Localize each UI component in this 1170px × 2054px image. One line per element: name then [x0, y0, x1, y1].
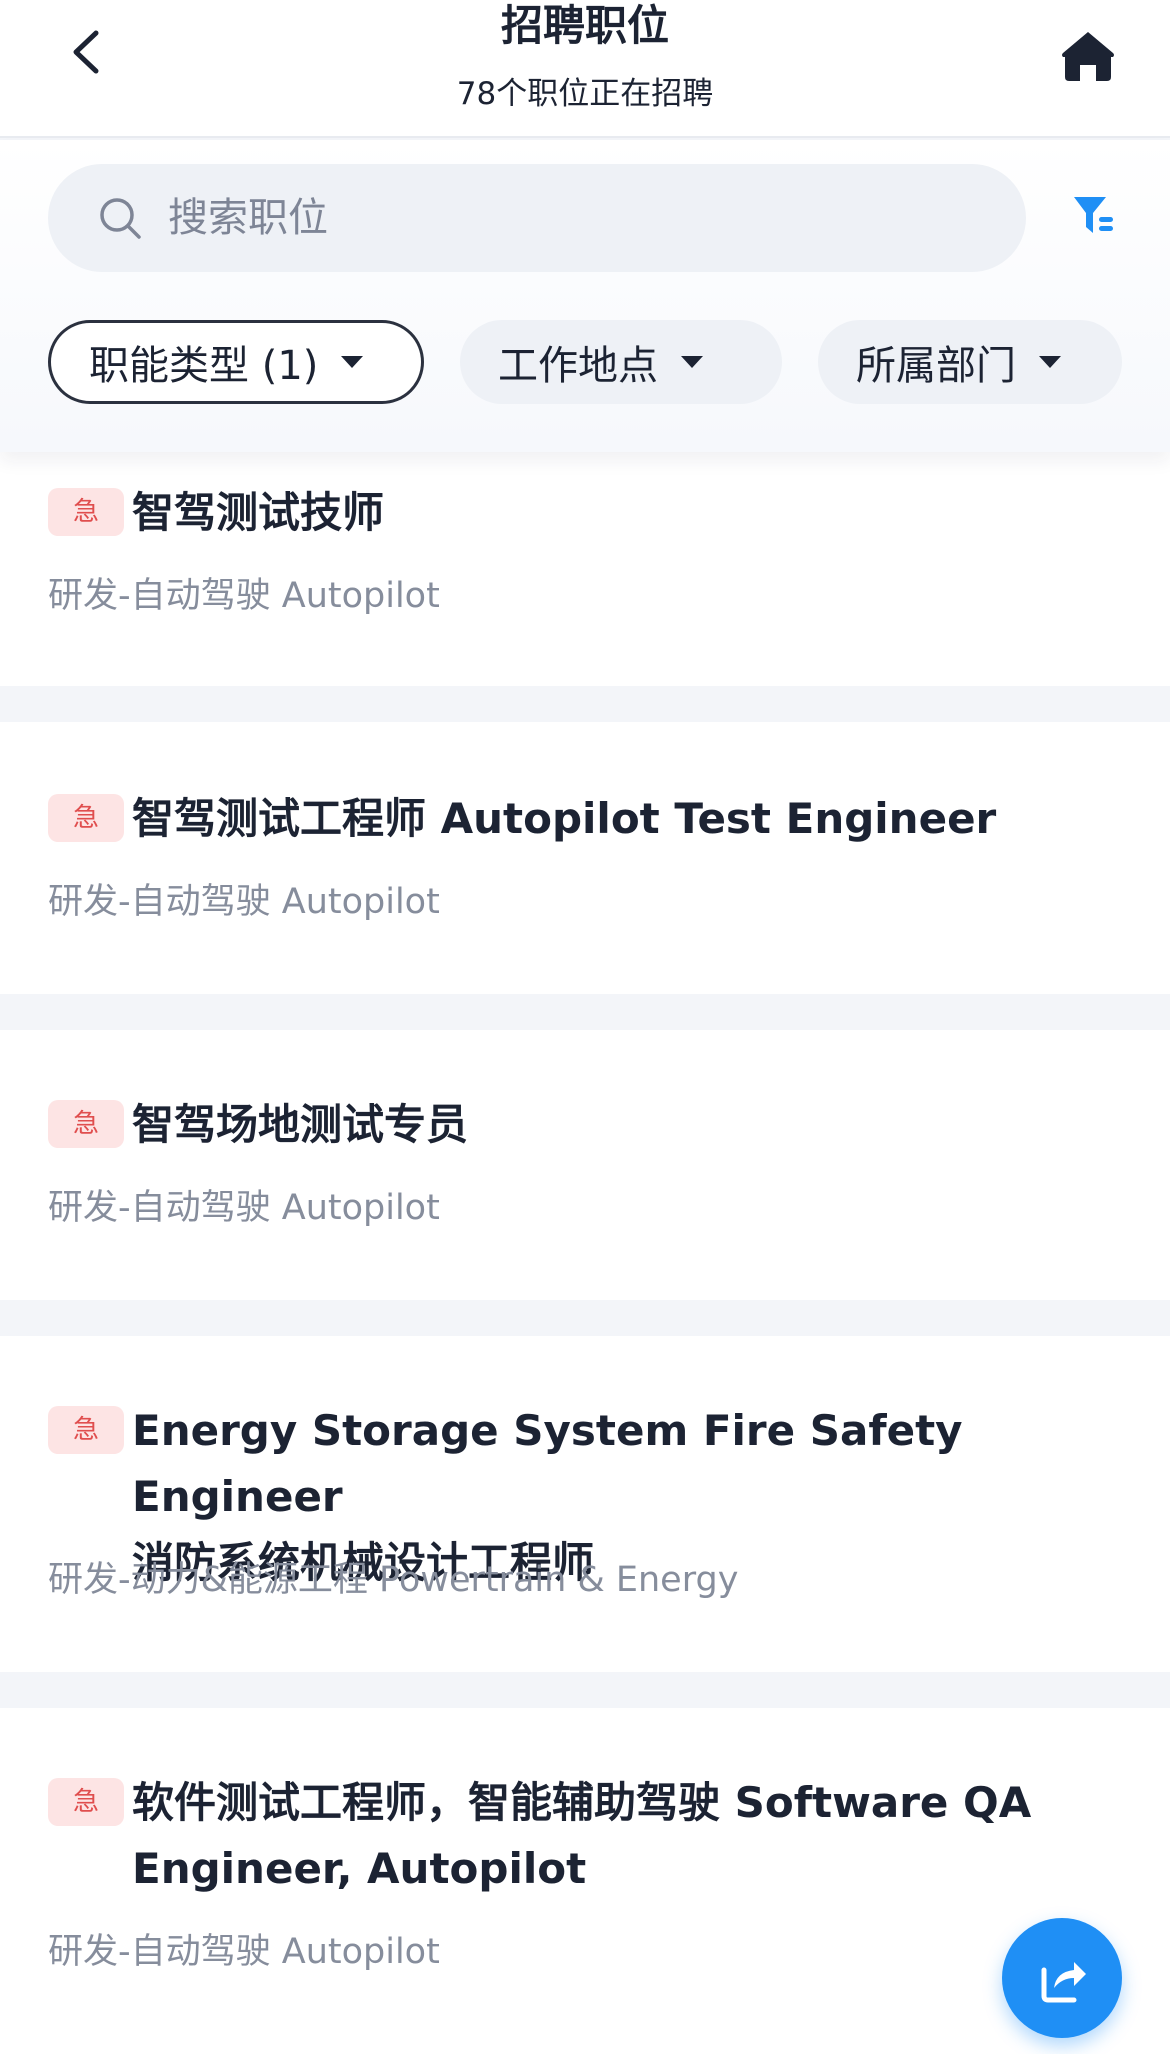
urgent-badge: 急 — [48, 1100, 124, 1148]
job-title-line: Engineer, Autopilot — [132, 1844, 587, 1893]
job-department: 研发-自动驾驶 Autopilot — [48, 882, 440, 922]
job-title-line: 软件测试工程师，智能辅助驾驶 Software QA — [132, 1778, 1032, 1827]
job-card[interactable]: 急 软件测试工程师，智能辅助驾驶 Software QA Engineer, A… — [0, 1708, 1170, 2054]
job-card[interactable]: 急 智驾测试工程师 Autopilot Test Engineer 研发-自动驾… — [0, 722, 1170, 994]
job-count-subtitle: 78个职位正在招聘 — [456, 76, 714, 112]
urgent-badge: 急 — [48, 1778, 124, 1826]
top-nav-bar: 招聘职位 78个职位正在招聘 — [0, 0, 1170, 138]
filter-chip-location[interactable]: 工作地点 — [460, 320, 782, 404]
job-card[interactable]: 急 智驾测试技师 研发-自动驾驶 Autopilot — [0, 452, 1170, 686]
urgent-badge: 急 — [48, 1406, 124, 1454]
share-button[interactable] — [1002, 1918, 1122, 2038]
job-card[interactable]: 急 Energy Storage System Fire Safety Engi… — [0, 1336, 1170, 1672]
caret-down-icon — [680, 355, 704, 369]
job-title: 智驾场地测试专员 — [132, 1100, 469, 1149]
job-title-line: Energy Storage System Fire Safety Engine… — [132, 1406, 963, 1521]
filter-icon — [1074, 197, 1113, 233]
filter-chip-function-type[interactable]: 职能类型 (1) — [48, 320, 424, 404]
filter-chip-label: 职能类型 (1) — [89, 343, 319, 389]
page-title: 招聘职位 — [500, 1, 669, 50]
filter-chip-label: 工作地点 — [498, 343, 658, 389]
job-title: 软件测试工程师，智能辅助驾驶 Software QA Engineer, Aut… — [132, 1770, 1132, 1902]
home-button[interactable] — [1058, 26, 1118, 86]
job-department: 研发-自动驾驶 Autopilot — [48, 576, 440, 616]
job-list-page: 招聘职位 78个职位正在招聘 职能类型 — [0, 0, 1170, 2054]
urgent-badge: 急 — [48, 488, 124, 536]
job-department: 研发-自动驾驶 Autopilot — [48, 1932, 440, 1972]
filter-chip-department[interactable]: 所属部门 — [818, 320, 1122, 404]
job-card[interactable]: 急 智驾场地测试专员 研发-自动驾驶 Autopilot — [0, 1030, 1170, 1300]
home-icon — [1062, 32, 1114, 81]
urgent-badge: 急 — [48, 794, 124, 842]
share-icon — [1041, 1962, 1086, 2003]
job-department: 研发-自动驾驶 Autopilot — [48, 1188, 440, 1228]
search-bar[interactable] — [48, 164, 1026, 272]
filter-button[interactable] — [1068, 190, 1120, 242]
job-title: 智驾测试工程师 Autopilot Test Engineer — [132, 794, 997, 843]
filter-chip-label: 所属部门 — [856, 343, 1016, 389]
caret-down-icon — [1038, 355, 1062, 369]
search-icon — [98, 196, 142, 240]
job-department: 研发-动力&能源工程 Powertrain & Energy — [48, 1560, 739, 1600]
caret-down-icon — [340, 355, 364, 369]
search-input[interactable] — [168, 195, 968, 241]
job-title: 智驾测试技师 — [132, 488, 385, 537]
search-filter-panel: 职能类型 (1) 工作地点 所属部门 — [0, 140, 1170, 452]
